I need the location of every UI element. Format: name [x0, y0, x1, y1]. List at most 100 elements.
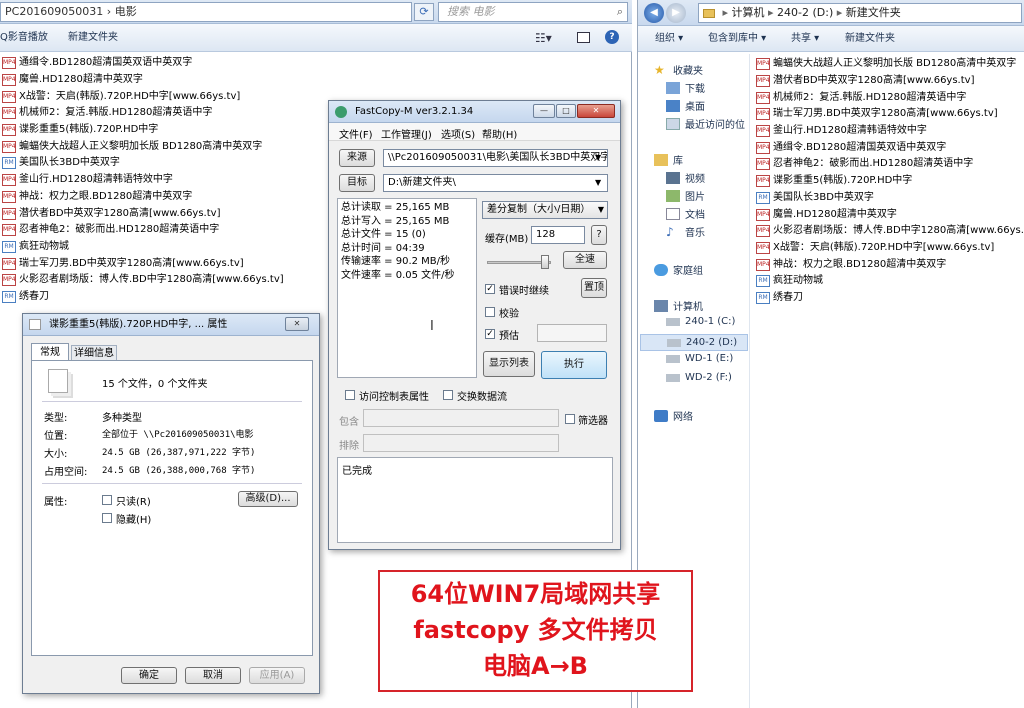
menu-job[interactable]: 工作管理(J): [381, 126, 432, 141]
left-address-input[interactable]: PC201609050031 › 电影: [0, 2, 412, 22]
list-item[interactable]: MP4 瑞士军刀男.BD中英双字1280高清[www.66ys.tv]: [756, 106, 1024, 123]
properties-titlebar[interactable]: 谍影重重5(韩版).720P.HD中字, ... 属性 ✕: [23, 314, 319, 336]
list-item[interactable]: MP4 釜山行.HD1280超清韩语特效中字: [756, 123, 1024, 140]
breadcrumb-drive[interactable]: 240-2 (D:): [777, 6, 833, 19]
size-label: 大小:: [44, 449, 68, 460]
list-item[interactable]: MP4 谍影重重5(韩版).720P.HD中字: [756, 173, 1024, 190]
nav-drive-f[interactable]: WD-2 (F:): [666, 372, 732, 383]
tab-general[interactable]: 常规: [31, 343, 69, 361]
close-icon[interactable]: ✕: [577, 104, 615, 118]
location-value: 全部位于 \\Pc201609050031\电影: [102, 430, 254, 440]
video-file-icon: MP4: [756, 258, 770, 271]
readonly-checkbox[interactable]: [102, 495, 112, 505]
list-item[interactable]: MP4 X战警：天启(韩版).720P.HD中字[www.66ys.tv]: [756, 240, 1024, 257]
file-name: 通缉令.BD1280超清国英双语中英双字: [773, 141, 947, 153]
help-button[interactable]: ?: [591, 225, 607, 245]
list-item[interactable]: MP4 魔兽.HD1280超清中英双字: [756, 206, 1024, 223]
share-menu[interactable]: 共享 ▾: [791, 27, 819, 51]
drive-icon: [666, 317, 680, 326]
left-refresh-icon[interactable]: ⟳: [414, 3, 434, 21]
apply-button[interactable]: 应用(A): [249, 667, 305, 684]
list-item[interactable]: MP4 火影忍者剧场版：博人传.BD中字1280高清[www.66ys.tv]: [756, 223, 1024, 240]
list-item[interactable]: MP4 忍者神龟2：破影而出.HD1280超清英语中字: [756, 156, 1024, 173]
video-file-icon: MP4: [756, 108, 770, 121]
list-item[interactable]: RM 疯狂动物城: [756, 273, 1024, 290]
organize-menu[interactable]: 组织 ▾: [655, 27, 683, 51]
nav-computer[interactable]: 计算机: [654, 298, 703, 313]
destination-button[interactable]: 目标: [339, 174, 375, 192]
buffer-input[interactable]: 128: [531, 226, 585, 244]
nav-drive-e[interactable]: WD-1 (E:): [666, 353, 733, 364]
view-options-icon[interactable]: ☷▾: [535, 31, 552, 45]
listing-button[interactable]: 显示列表: [483, 351, 535, 377]
include-input[interactable]: [363, 409, 559, 427]
list-item[interactable]: MP4 神战：权力之眼.BD1280超清中英双字: [756, 256, 1024, 273]
list-item[interactable]: RM 绣春刀: [756, 290, 1024, 307]
copy-mode-select[interactable]: 差分复制（大小/日期） ▼: [482, 201, 608, 219]
destination-path-input[interactable]: D:\新建文件夹\: [383, 174, 608, 192]
nav-homegroup[interactable]: 家庭组: [654, 262, 703, 277]
nav-download[interactable]: 下载: [666, 80, 705, 95]
exclude-input[interactable]: [363, 434, 559, 452]
hidden-checkbox[interactable]: [102, 513, 112, 523]
list-item[interactable]: MP4 潜伏者BD中英双字1280高清[www.66ys.tv]: [756, 73, 1024, 90]
nav-video[interactable]: 视频: [666, 170, 705, 185]
preview-pane-icon[interactable]: [577, 32, 590, 43]
nav-desktop[interactable]: 桌面: [666, 98, 705, 113]
menu-options[interactable]: 选项(S): [441, 126, 475, 141]
ok-button[interactable]: 确定: [121, 667, 177, 684]
breadcrumb-computer[interactable]: 计算机: [732, 6, 765, 19]
execute-button[interactable]: 执行: [541, 351, 607, 379]
top-button[interactable]: 置顶: [581, 278, 607, 298]
right-new-folder-button[interactable]: 新建文件夹: [845, 27, 895, 51]
nav-network[interactable]: 网络: [654, 408, 693, 423]
source-dropdown-icon[interactable]: ▼: [595, 153, 601, 162]
source-button[interactable]: 来源: [339, 149, 375, 167]
forward-button[interactable]: ▶: [666, 3, 686, 23]
nav-pictures[interactable]: 图片: [666, 188, 705, 203]
fullspeed-button[interactable]: 全速: [563, 251, 607, 269]
speed-slider-thumb[interactable]: [541, 255, 549, 269]
right-address-input[interactable]: ▸ 计算机 ▸ 240-2 (D:) ▸ 新建文件夹: [698, 3, 1022, 23]
minimize-icon[interactable]: —: [533, 104, 555, 118]
continue-on-error-checkbox[interactable]: ✓: [485, 284, 495, 294]
nav-music[interactable]: ♪ 音乐: [666, 224, 705, 240]
acl-checkbox[interactable]: [345, 390, 355, 400]
help-icon[interactable]: ?: [605, 30, 619, 44]
list-item[interactable]: MP4 通缉令.BD1280超清国英双语中英双字: [756, 139, 1024, 156]
stream-checkbox[interactable]: [443, 390, 453, 400]
list-item[interactable]: RM 美国队长3BD中英双字: [756, 190, 1024, 207]
nav-recent[interactable]: 最近访问的位: [666, 116, 745, 131]
nav-favorites[interactable]: ★ 收藏夹: [654, 62, 703, 78]
destination-dropdown-icon[interactable]: ▼: [595, 178, 601, 187]
nav-drive-d[interactable]: 240-2 (D:): [640, 334, 748, 351]
left-new-folder-button[interactable]: 新建文件夹: [68, 26, 118, 50]
nav-library[interactable]: 库: [654, 152, 683, 167]
breadcrumb-folder[interactable]: 新建文件夹: [846, 6, 901, 19]
back-button[interactable]: ◀: [644, 3, 664, 23]
close-icon[interactable]: ✕: [285, 317, 309, 331]
include-library-menu[interactable]: 包含到库中 ▾: [708, 27, 766, 51]
filter-checkbox[interactable]: [565, 414, 575, 424]
left-search-input[interactable]: 搜索 电影 ⌕: [438, 2, 628, 22]
menu-file[interactable]: 文件(F): [339, 126, 373, 141]
menu-help[interactable]: 帮助(H): [482, 126, 517, 141]
nav-drive-c[interactable]: 240-1 (C:): [666, 316, 735, 327]
recent-places-icon: [666, 117, 680, 130]
tab-details[interactable]: 详细信息: [71, 345, 117, 361]
fastcopy-titlebar[interactable]: FastCopy-M ver3.2.1.34 — □ ✕: [329, 101, 620, 123]
maximize-icon[interactable]: □: [556, 104, 576, 118]
list-item[interactable]: MP4 机械师2：复活.韩版.HD1280超清英语中字: [756, 89, 1024, 106]
folder-icon: [703, 8, 715, 18]
video-file-icon: MP4: [756, 125, 770, 138]
advanced-button[interactable]: 高级(D)...: [238, 491, 298, 507]
estimate-checkbox[interactable]: ✓: [485, 329, 495, 339]
cancel-button[interactable]: 取消: [185, 667, 241, 684]
source-path-input[interactable]: \\Pc201609050031\电影\美国队长3BD中英双字: [383, 149, 608, 167]
list-item[interactable]: MP4 通缉令.BD1280超清国英双语中英双字: [2, 55, 402, 72]
verify-checkbox[interactable]: [485, 307, 495, 317]
list-item[interactable]: MP4 魔兽.HD1280超清中英双字: [2, 72, 402, 89]
list-item[interactable]: MP4 蝙蝠侠大战超人正义黎明加长版 BD1280高清中英双字: [756, 56, 1024, 73]
nav-documents[interactable]: 文档: [666, 206, 705, 221]
play-button[interactable]: Q影音播放: [0, 26, 48, 50]
